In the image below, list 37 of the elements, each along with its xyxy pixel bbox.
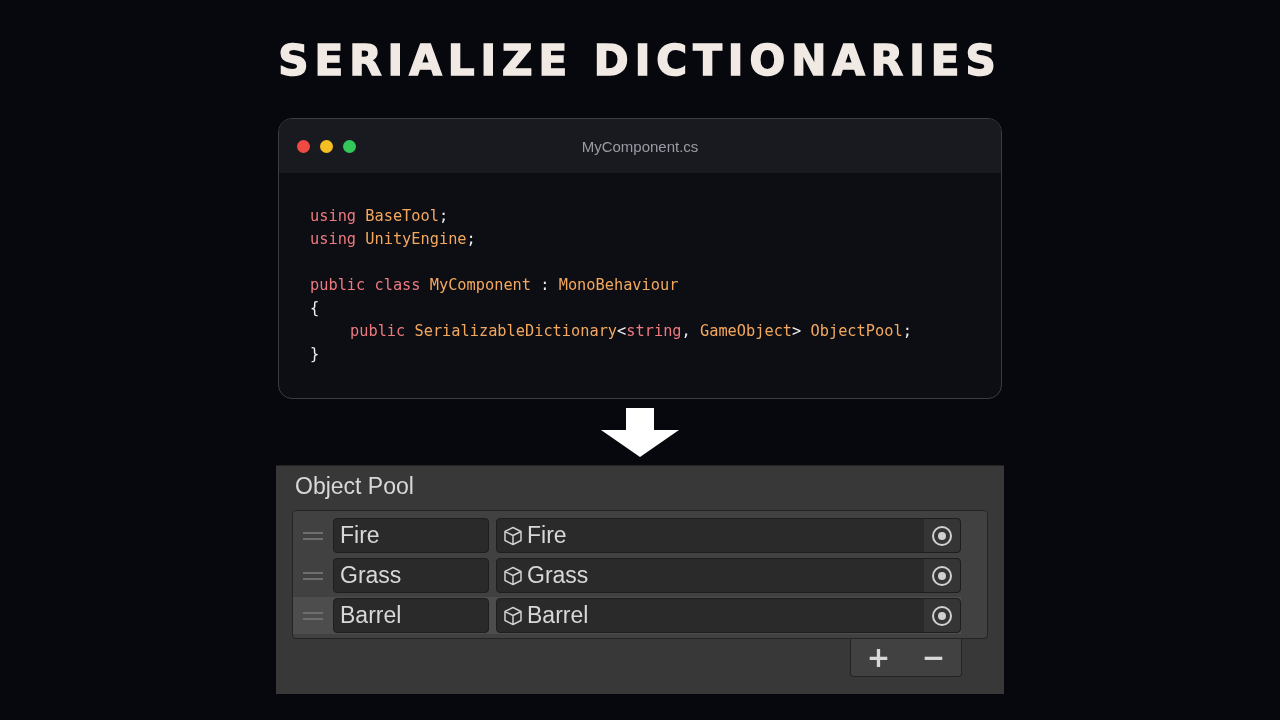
- object-picker-button[interactable]: [924, 519, 960, 552]
- add-button[interactable]: +: [860, 641, 897, 674]
- key-input-field[interactable]: Barrel: [333, 598, 489, 633]
- code-line: using UnityEngine;: [310, 229, 477, 250]
- list-row[interactable]: Barrel Barrel: [293, 597, 961, 634]
- object-field[interactable]: Grass: [496, 558, 961, 593]
- code-line: using BaseTool;: [310, 206, 450, 227]
- cube-icon: [503, 605, 523, 626]
- object-picker-button[interactable]: [924, 559, 960, 592]
- object-field[interactable]: Barrel: [496, 598, 961, 633]
- cube-icon: [503, 525, 523, 546]
- target-icon: [931, 564, 953, 587]
- cube-icon: [503, 565, 523, 586]
- window-title: MyComponent.cs: [581, 138, 699, 155]
- field-label: Object Pool: [294, 472, 415, 500]
- code-line: public SerializableDictionary<string, GameObject> ObjectPool;: [349, 321, 913, 342]
- code-line: public class MyComponent : MonoBehaviour: [310, 275, 680, 296]
- down-arrow-icon: [601, 408, 679, 457]
- object-name: Barrel: [527, 602, 590, 629]
- object-picker-button[interactable]: [924, 599, 960, 632]
- code-line: {: [310, 298, 321, 319]
- target-icon: [931, 604, 953, 627]
- remove-button[interactable]: −: [915, 641, 952, 674]
- drag-handle-icon[interactable]: [303, 530, 323, 541]
- key-input-field[interactable]: Fire: [333, 518, 489, 553]
- minimize-dot-icon[interactable]: [320, 139, 333, 153]
- object-field[interactable]: Fire: [496, 518, 961, 553]
- drag-handle-icon[interactable]: [303, 570, 323, 581]
- page-heading: SERIALIZE DICTIONARIES: [278, 36, 1002, 86]
- object-name: Fire: [527, 522, 568, 549]
- target-icon: [931, 524, 953, 547]
- key-input-field[interactable]: Grass: [333, 558, 489, 593]
- close-dot-icon[interactable]: [297, 139, 310, 153]
- code-line: }: [310, 344, 321, 365]
- zoom-dot-icon[interactable]: [343, 139, 356, 153]
- object-name: Grass: [527, 562, 590, 589]
- drag-handle-icon[interactable]: [303, 610, 323, 621]
